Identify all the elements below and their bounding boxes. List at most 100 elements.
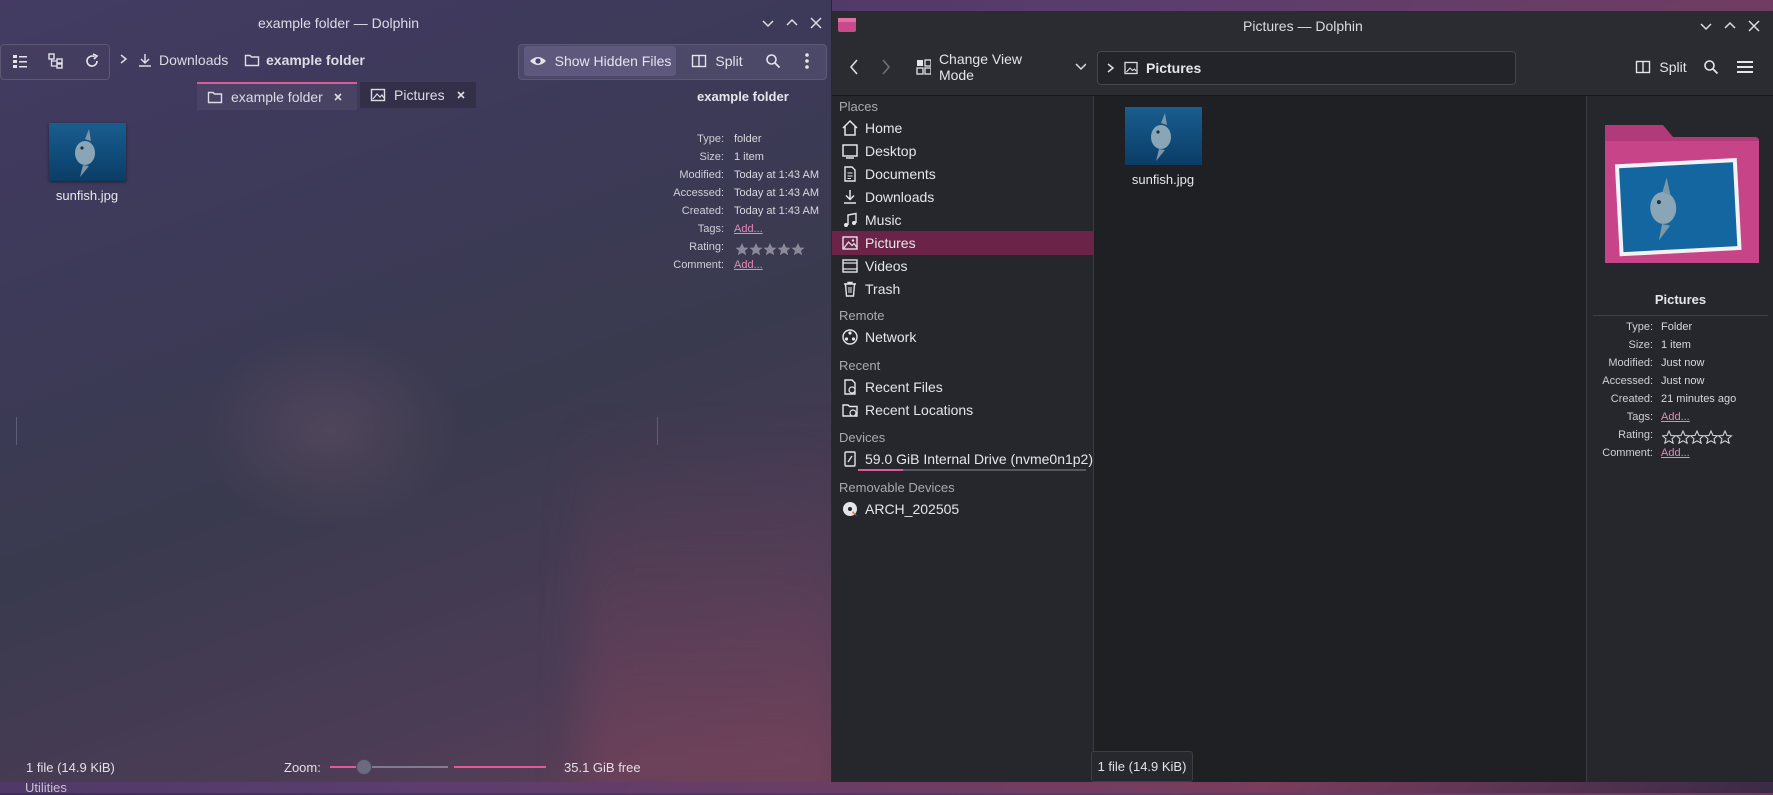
videos-icon <box>842 259 858 273</box>
search-icon <box>766 54 781 69</box>
sidebar-item-recent-files[interactable]: Recent Files <box>832 375 1093 399</box>
tab-label: example folder <box>231 89 323 105</box>
sidebar-item-label: Music <box>865 212 902 228</box>
trash-icon <box>844 281 856 297</box>
pictures-icon <box>370 88 386 102</box>
sidebar-item-downloads[interactable]: Downloads <box>832 185 1093 209</box>
sidebar-item-music[interactable]: Music <box>832 208 1093 232</box>
sidebar-item-trash[interactable]: Trash <box>832 277 1093 301</box>
hamburger-menu-button[interactable] <box>1732 54 1758 80</box>
tree-view-button[interactable] <box>44 50 68 72</box>
kebab-menu-icon <box>805 53 809 69</box>
close-button[interactable] <box>807 14 825 32</box>
sidebar-item-desktop[interactable]: Desktop <box>832 139 1093 163</box>
status-bar: 1 file (14.9 KiB) <box>1091 751 1193 782</box>
split-button[interactable]: Split <box>683 46 751 76</box>
view-mode-label: Change View Mode <box>938 51 1022 83</box>
music-icon <box>844 212 857 227</box>
chevron-right-icon <box>120 54 128 64</box>
breadcrumb-example-folder[interactable]: example folder <box>244 52 365 68</box>
reload-button[interactable] <box>80 50 104 72</box>
file-view: sunfish.jpg <box>1094 96 1585 782</box>
breadcrumb-label: example folder <box>266 52 365 68</box>
close-icon <box>810 17 822 29</box>
close-icon[interactable] <box>456 90 466 100</box>
sidebar-item-home[interactable]: Home <box>832 116 1093 140</box>
sidebar-item-videos[interactable]: Videos <box>832 254 1093 278</box>
info-key: Comment: <box>673 259 724 271</box>
star-rating-icon <box>1662 430 1733 444</box>
change-view-mode-button[interactable]: Change View Mode <box>916 51 1086 83</box>
location-breadcrumb[interactable]: Pictures <box>1106 60 1201 76</box>
maximize-button[interactable] <box>783 14 801 32</box>
sidebar-item-documents[interactable]: Documents <box>832 162 1093 186</box>
status-bar: 1 file (14.9 KiB) Zoom: 35.1 GiB free <box>0 752 831 782</box>
close-icon <box>1748 20 1760 32</box>
tab-example-folder[interactable]: example folder <box>197 82 357 110</box>
file-name: sunfish.jpg <box>1131 172 1195 187</box>
sidebar-item-label: Network <box>865 329 917 345</box>
info-value: Just now <box>1661 375 1705 387</box>
info-key: Accessed: <box>1602 375 1653 387</box>
close-icon[interactable] <box>333 92 343 102</box>
menu-button[interactable] <box>795 48 819 74</box>
file-item-sunfish[interactable]: sunfish.jpg <box>1118 107 1208 197</box>
right-titlebar[interactable]: Pictures — Dolphin <box>832 11 1773 41</box>
add-link[interactable]: Add... <box>1661 447 1690 459</box>
free-space-bar <box>454 766 546 768</box>
left-titlebar[interactable]: example folder — Dolphin <box>0 0 831 46</box>
minimize-button[interactable] <box>759 14 777 32</box>
sidebar-item-label: Recent Files <box>865 379 943 395</box>
zoom-slider[interactable] <box>330 759 448 775</box>
info-value: folder <box>734 133 762 145</box>
search-button[interactable] <box>760 48 786 74</box>
right-window-title: Pictures — Dolphin <box>1243 18 1363 34</box>
sidebar-item-recent-locations[interactable]: Recent Locations <box>832 398 1093 422</box>
info-value: Today at 1:43 AM <box>734 187 819 199</box>
info-value: 1 item <box>734 151 764 163</box>
file-item-sunfish[interactable]: sunfish.jpg <box>42 123 132 213</box>
tab-label: Pictures <box>394 87 445 103</box>
pictures-folder-icon <box>1605 125 1759 263</box>
tab-pictures[interactable]: Pictures <box>360 82 476 108</box>
drive-icon <box>844 451 856 467</box>
info-title: example folder <box>697 89 789 104</box>
folder-preview <box>1601 125 1761 265</box>
tree-view-icon <box>48 53 63 69</box>
location-label: Pictures <box>1146 60 1202 76</box>
breadcrumb-downloads[interactable]: Downloads <box>137 52 228 68</box>
close-button[interactable] <box>1745 17 1763 35</box>
minimize-button[interactable] <box>1697 17 1715 35</box>
split-button[interactable]: Split <box>1632 54 1690 80</box>
search-button[interactable] <box>1698 54 1724 80</box>
rating-stars[interactable] <box>1662 430 1734 444</box>
sidebar-item-label: Documents <box>865 166 936 182</box>
details-view-button[interactable] <box>8 50 32 72</box>
search-icon <box>1704 60 1719 75</box>
back-arrow-icon <box>849 59 858 75</box>
maximize-button[interactable] <box>1721 17 1739 35</box>
sidebar-item-pictures[interactable]: Pictures <box>832 231 1093 255</box>
sidebar-item-59-0-gib-internal-drive-nvme0n1p2[interactable]: 59.0 GiB Internal Drive (nvme0n1p2) <box>832 447 1093 471</box>
info-value: 1 item <box>1661 339 1691 351</box>
show-hidden-label: Show Hidden Files <box>554 53 672 69</box>
info-key: Tags: <box>697 223 724 235</box>
sidebar-item-arch-202505[interactable]: ARCH_202505 <box>832 497 1093 521</box>
info-title: Pictures <box>1654 292 1707 307</box>
split-label: Split <box>1659 59 1687 75</box>
file-count: 1 file (14.9 KiB) <box>26 760 115 775</box>
pictures-icon <box>842 236 858 250</box>
location-bar[interactable]: Pictures <box>1097 51 1516 85</box>
show-hidden-files-button[interactable]: Show Hidden Files <box>524 46 676 76</box>
download-icon <box>139 54 151 67</box>
sidebar-item-network[interactable]: Network <box>832 325 1093 349</box>
add-link[interactable]: Add... <box>734 223 763 235</box>
back-button[interactable] <box>842 54 866 80</box>
add-link[interactable]: Add... <box>1661 411 1690 423</box>
home-icon <box>842 119 858 136</box>
rating-stars[interactable] <box>735 242 807 256</box>
add-link[interactable]: Add... <box>734 259 763 271</box>
zoom-slider-handle[interactable] <box>356 759 372 775</box>
chevron-down-icon <box>762 20 774 28</box>
places-section-title: Removable Devices <box>839 480 955 495</box>
